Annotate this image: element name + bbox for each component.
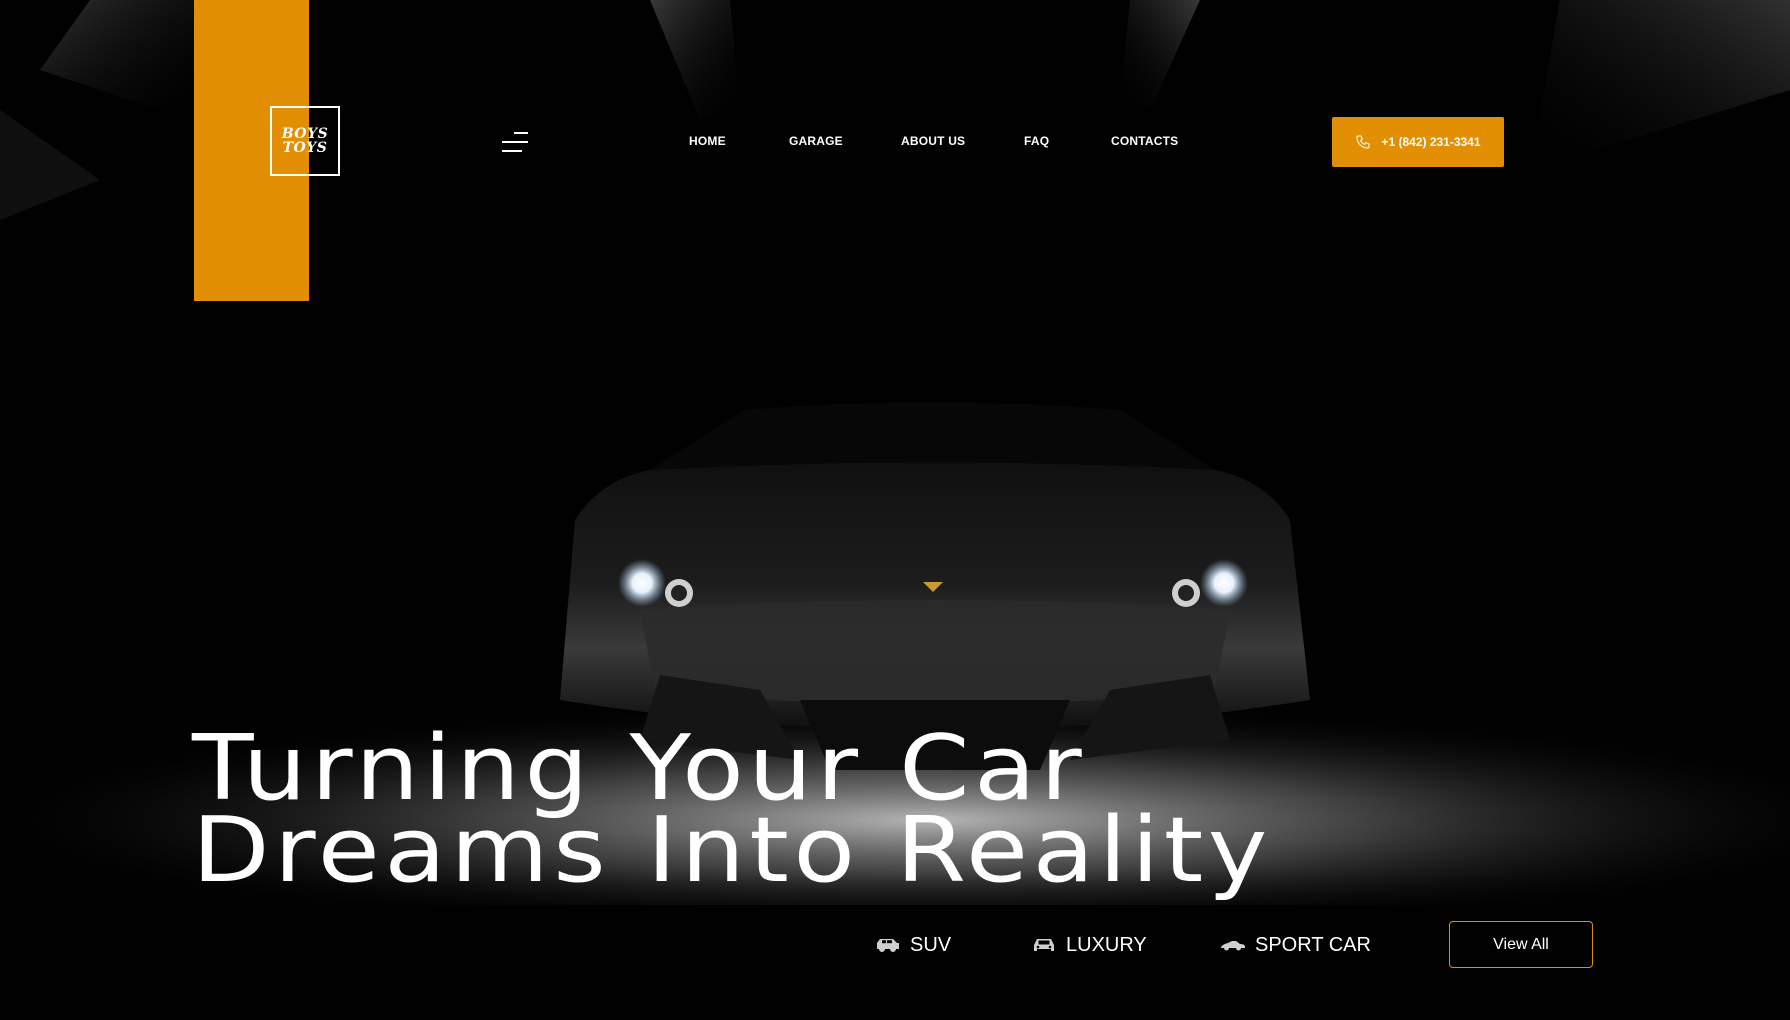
phone-number: +1 (842) 231-3341 — [1381, 135, 1481, 149]
view-all-button[interactable]: View All — [1449, 921, 1593, 968]
phone-call-button[interactable]: +1 (842) 231-3341 — [1332, 117, 1504, 167]
nav-item-home[interactable]: HOME — [689, 134, 726, 148]
hero-headline: Turning Your Car Dreams Into Reality — [192, 724, 1272, 903]
nav-item-faq[interactable]: FAQ — [1024, 134, 1049, 148]
luxury-car-icon — [1034, 939, 1054, 951]
brand-logo[interactable]: BOYS TOYS — [270, 106, 340, 176]
nav-item-about-us[interactable]: ABOUT US — [901, 134, 965, 148]
category-luxury[interactable]: LUXURY — [1031, 932, 1147, 958]
logo-line-1: BOYS — [281, 126, 329, 142]
phone-icon — [1356, 135, 1370, 149]
hamburger-menu-icon[interactable] — [502, 130, 528, 154]
nav-item-contacts[interactable]: CONTACTS — [1111, 134, 1178, 148]
category-label-luxury: LUXURY — [1066, 933, 1147, 956]
nav-item-garage[interactable]: GARAGE — [789, 134, 843, 148]
sport-car-icon — [1221, 941, 1245, 951]
hero-headline-line-2: Dreams Into Reality — [192, 798, 1272, 903]
logo-line-2: TOYS — [282, 140, 328, 156]
category-sport-car[interactable]: SPORT CAR — [1220, 932, 1371, 958]
category-label-sport-car: SPORT CAR — [1255, 933, 1371, 956]
category-label-suv: SUV — [910, 933, 952, 956]
category-suv[interactable]: SUV — [875, 932, 951, 958]
suv-icon — [877, 939, 899, 952]
landing-page: BOYS TOYS HOME GARAGE ABOUT US FAQ CONTA… — [0, 0, 1790, 1020]
